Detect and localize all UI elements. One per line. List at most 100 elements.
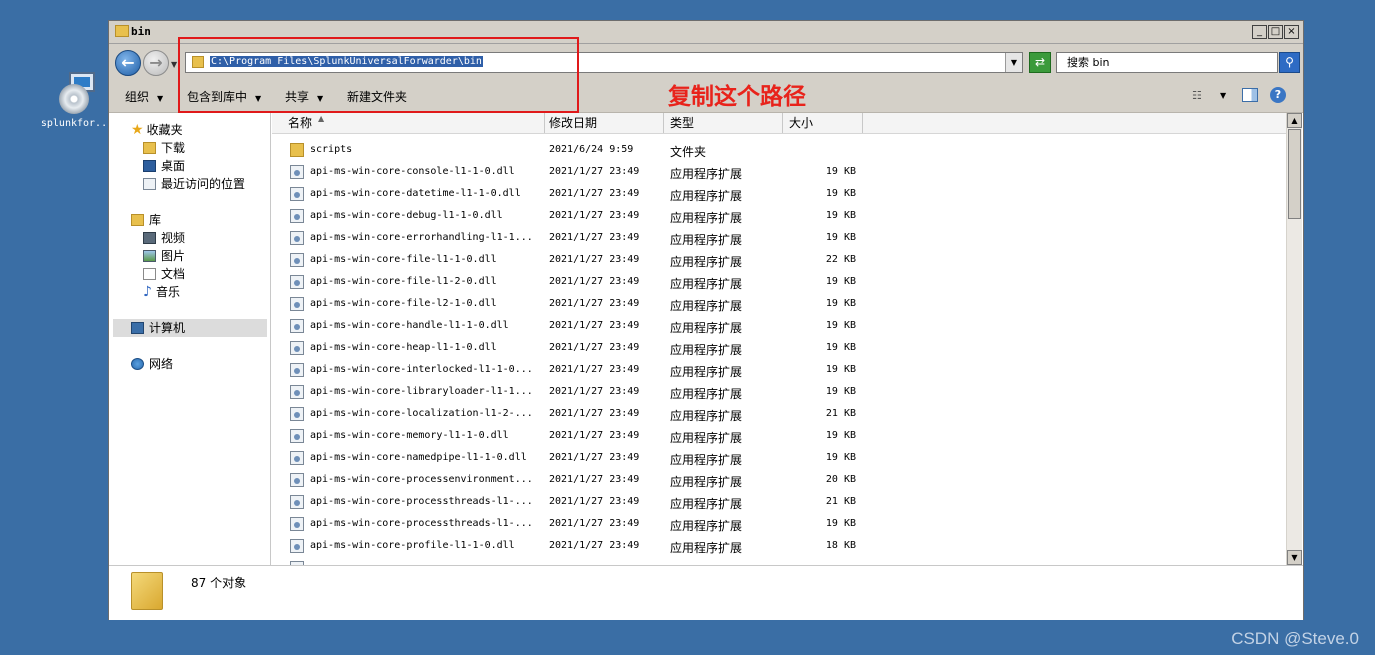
item-count: 87 个对象 xyxy=(191,576,247,590)
file-name: api-ms-win-core-heap-l1-1-0.dll xyxy=(310,342,497,353)
file-row[interactable]: api-ms-win-core-file-l1-1-0.dll 2021/1/27… xyxy=(272,250,1287,272)
file-date: 2021/1/27 23:49 xyxy=(549,540,640,551)
file-row[interactable]: api-ms-win-core-debug-l1-1-0.dll 2021/1/2… xyxy=(272,206,1287,228)
address-dropdown-button[interactable]: ▼ xyxy=(1005,53,1022,72)
nav-label: 图片 xyxy=(161,249,186,263)
file-size: 19 KB xyxy=(825,452,856,463)
library-icon xyxy=(131,214,144,226)
nav-downloads[interactable]: 下载 xyxy=(143,139,185,157)
column-size[interactable]: 大小 xyxy=(783,113,863,133)
file-date: 2021/1/27 23:49 xyxy=(549,452,640,463)
file-size: 19 KB xyxy=(825,386,856,397)
dll-icon xyxy=(290,275,304,289)
file-date: 2021/1/27 23:49 xyxy=(549,430,640,441)
nav-music[interactable]: ♪ 音乐 xyxy=(143,283,180,301)
nav-videos[interactable]: 视频 xyxy=(143,229,185,247)
dll-icon xyxy=(290,429,304,443)
file-row[interactable]: api-ms-win-core-processthreads-l1-... 202… xyxy=(272,492,1287,514)
file-name: api-ms-win-core-localization-l1-2-... xyxy=(310,408,533,419)
file-size: 19 KB xyxy=(825,364,856,375)
file-row[interactable]: api-ms-win-core-datetime-l1-1-0.dll 2021/… xyxy=(272,184,1287,206)
chevron-down-icon[interactable]: ▼ xyxy=(1220,91,1226,100)
help-icon[interactable]: ? xyxy=(1270,87,1286,103)
dll-icon xyxy=(290,165,304,179)
file-row[interactable]: api-ms-win-core-profile-l1-1-0.dll 2021/1… xyxy=(272,536,1287,558)
file-row[interactable]: scripts 2021/6/24 9:59 文件夹 xyxy=(272,140,1287,162)
organize-menu[interactable]: 组织 ▼ xyxy=(125,88,163,105)
file-size: 19 KB xyxy=(825,320,856,331)
dll-icon xyxy=(290,473,304,487)
file-type: 应用程序扩展 xyxy=(670,343,743,357)
nav-computer[interactable]: 计算机 xyxy=(131,319,185,337)
scroll-up-button[interactable]: ▲ xyxy=(1287,113,1302,128)
file-row[interactable]: api-ms-win-core-processenvironment... 202… xyxy=(272,470,1287,492)
file-type: 应用程序扩展 xyxy=(670,299,743,313)
file-row[interactable]: api-ms-win-core-handle-l1-1-0.dll 2021/1/… xyxy=(272,316,1287,338)
file-size: 19 KB xyxy=(825,298,856,309)
file-row[interactable]: api-ms-win-core-file-l2-1-0.dll 2021/1/27… xyxy=(272,294,1287,316)
nav-network[interactable]: 网络 xyxy=(131,355,173,373)
installer-icon xyxy=(55,70,99,116)
dll-icon xyxy=(290,341,304,355)
nav-libraries[interactable]: 库 xyxy=(131,211,161,229)
nav-documents[interactable]: 文档 xyxy=(143,265,185,283)
file-row[interactable]: api-ms-win-core-namedpipe-l1-1-0.dll 2021… xyxy=(272,448,1287,470)
file-type: 应用程序扩展 xyxy=(670,519,743,533)
file-row[interactable]: api-ms-win-core-localization-l1-2-... 202… xyxy=(272,404,1287,426)
annotation-text: 复制这个路径 xyxy=(668,84,806,110)
dll-icon xyxy=(290,385,304,399)
dll-icon xyxy=(290,451,304,465)
dll-icon xyxy=(290,517,304,531)
preview-pane-icon[interactable] xyxy=(1242,88,1258,102)
recent-places-icon xyxy=(143,178,156,190)
file-type: 应用程序扩展 xyxy=(670,453,743,467)
document-icon xyxy=(143,268,156,280)
file-row[interactable]: api-ms-win-core-heap-l1-1-0.dll 2021/1/27… xyxy=(272,338,1287,360)
explorer-window: bin _ □ × ← → ▼ C:\Program Files\SplunkU… xyxy=(108,20,1304,620)
file-row[interactable]: api-ms-win-core-file-l1-2-0.dll 2021/1/27… xyxy=(272,272,1287,294)
recent-pages-dropdown[interactable]: ▼ xyxy=(171,60,177,69)
search-button[interactable]: ⚲ xyxy=(1279,52,1300,73)
column-name[interactable]: ▲ 名称 xyxy=(272,113,545,133)
file-size: 19 KB xyxy=(825,276,856,287)
column-modified[interactable]: 修改日期 xyxy=(545,113,664,133)
refresh-button[interactable]: ⇄ xyxy=(1029,52,1051,73)
scroll-thumb[interactable] xyxy=(1288,129,1301,219)
vertical-scrollbar[interactable]: ▲ ▼ xyxy=(1286,113,1302,565)
organize-label: 组织 xyxy=(125,90,150,104)
file-date: 2021/1/27 23:49 xyxy=(549,254,640,265)
file-name: api-ms-win-core-console-l1-1-0.dll xyxy=(310,166,515,177)
nav-label: 计算机 xyxy=(149,321,186,335)
nav-label: 文档 xyxy=(161,267,186,281)
back-button[interactable]: ← xyxy=(115,50,141,76)
dll-icon xyxy=(290,253,304,267)
file-type: 应用程序扩展 xyxy=(670,431,743,445)
nav-recent[interactable]: 最近访问的位置 xyxy=(143,175,245,193)
file-name: api-ms-win-core-debug-l1-1-0.dll xyxy=(310,210,503,221)
view-options-icon[interactable]: ☷ xyxy=(1192,89,1202,102)
close-button[interactable]: × xyxy=(1284,25,1299,39)
file-row-partial[interactable] xyxy=(272,558,1287,565)
nav-label: 库 xyxy=(149,213,162,227)
file-date: 2021/1/27 23:49 xyxy=(549,496,640,507)
nav-pictures[interactable]: 图片 xyxy=(143,247,185,265)
nav-favorites[interactable]: ★ 收藏夹 xyxy=(131,121,183,139)
file-row[interactable]: api-ms-win-core-errorhandling-l1-1... 202… xyxy=(272,228,1287,250)
scroll-down-button[interactable]: ▼ xyxy=(1287,550,1302,565)
forward-button[interactable]: → xyxy=(143,50,169,76)
column-type[interactable]: 类型 xyxy=(664,113,783,133)
window-title: bin xyxy=(131,25,151,38)
file-size: 19 KB xyxy=(825,518,856,529)
desktop-icon-splunkforwarder[interactable]: splunkfor... xyxy=(40,70,114,140)
file-name: api-ms-win-core-file-l2-1-0.dll xyxy=(310,298,497,309)
file-row[interactable]: api-ms-win-core-libraryloader-l1-1... 202… xyxy=(272,382,1287,404)
file-row[interactable]: api-ms-win-core-console-l1-1-0.dll 2021/1… xyxy=(272,162,1287,184)
file-size: 20 KB xyxy=(825,474,856,485)
maximize-button[interactable]: □ xyxy=(1268,25,1283,39)
nav-desktop[interactable]: 桌面 xyxy=(143,157,185,175)
file-row[interactable]: api-ms-win-core-interlocked-l1-1-0... 202… xyxy=(272,360,1287,382)
minimize-button[interactable]: _ xyxy=(1252,25,1267,39)
file-row[interactable]: api-ms-win-core-memory-l1-1-0.dll 2021/1/… xyxy=(272,426,1287,448)
search-input[interactable]: 搜索 bin xyxy=(1056,52,1278,73)
file-row[interactable]: api-ms-win-core-processthreads-l1-... 202… xyxy=(272,514,1287,536)
